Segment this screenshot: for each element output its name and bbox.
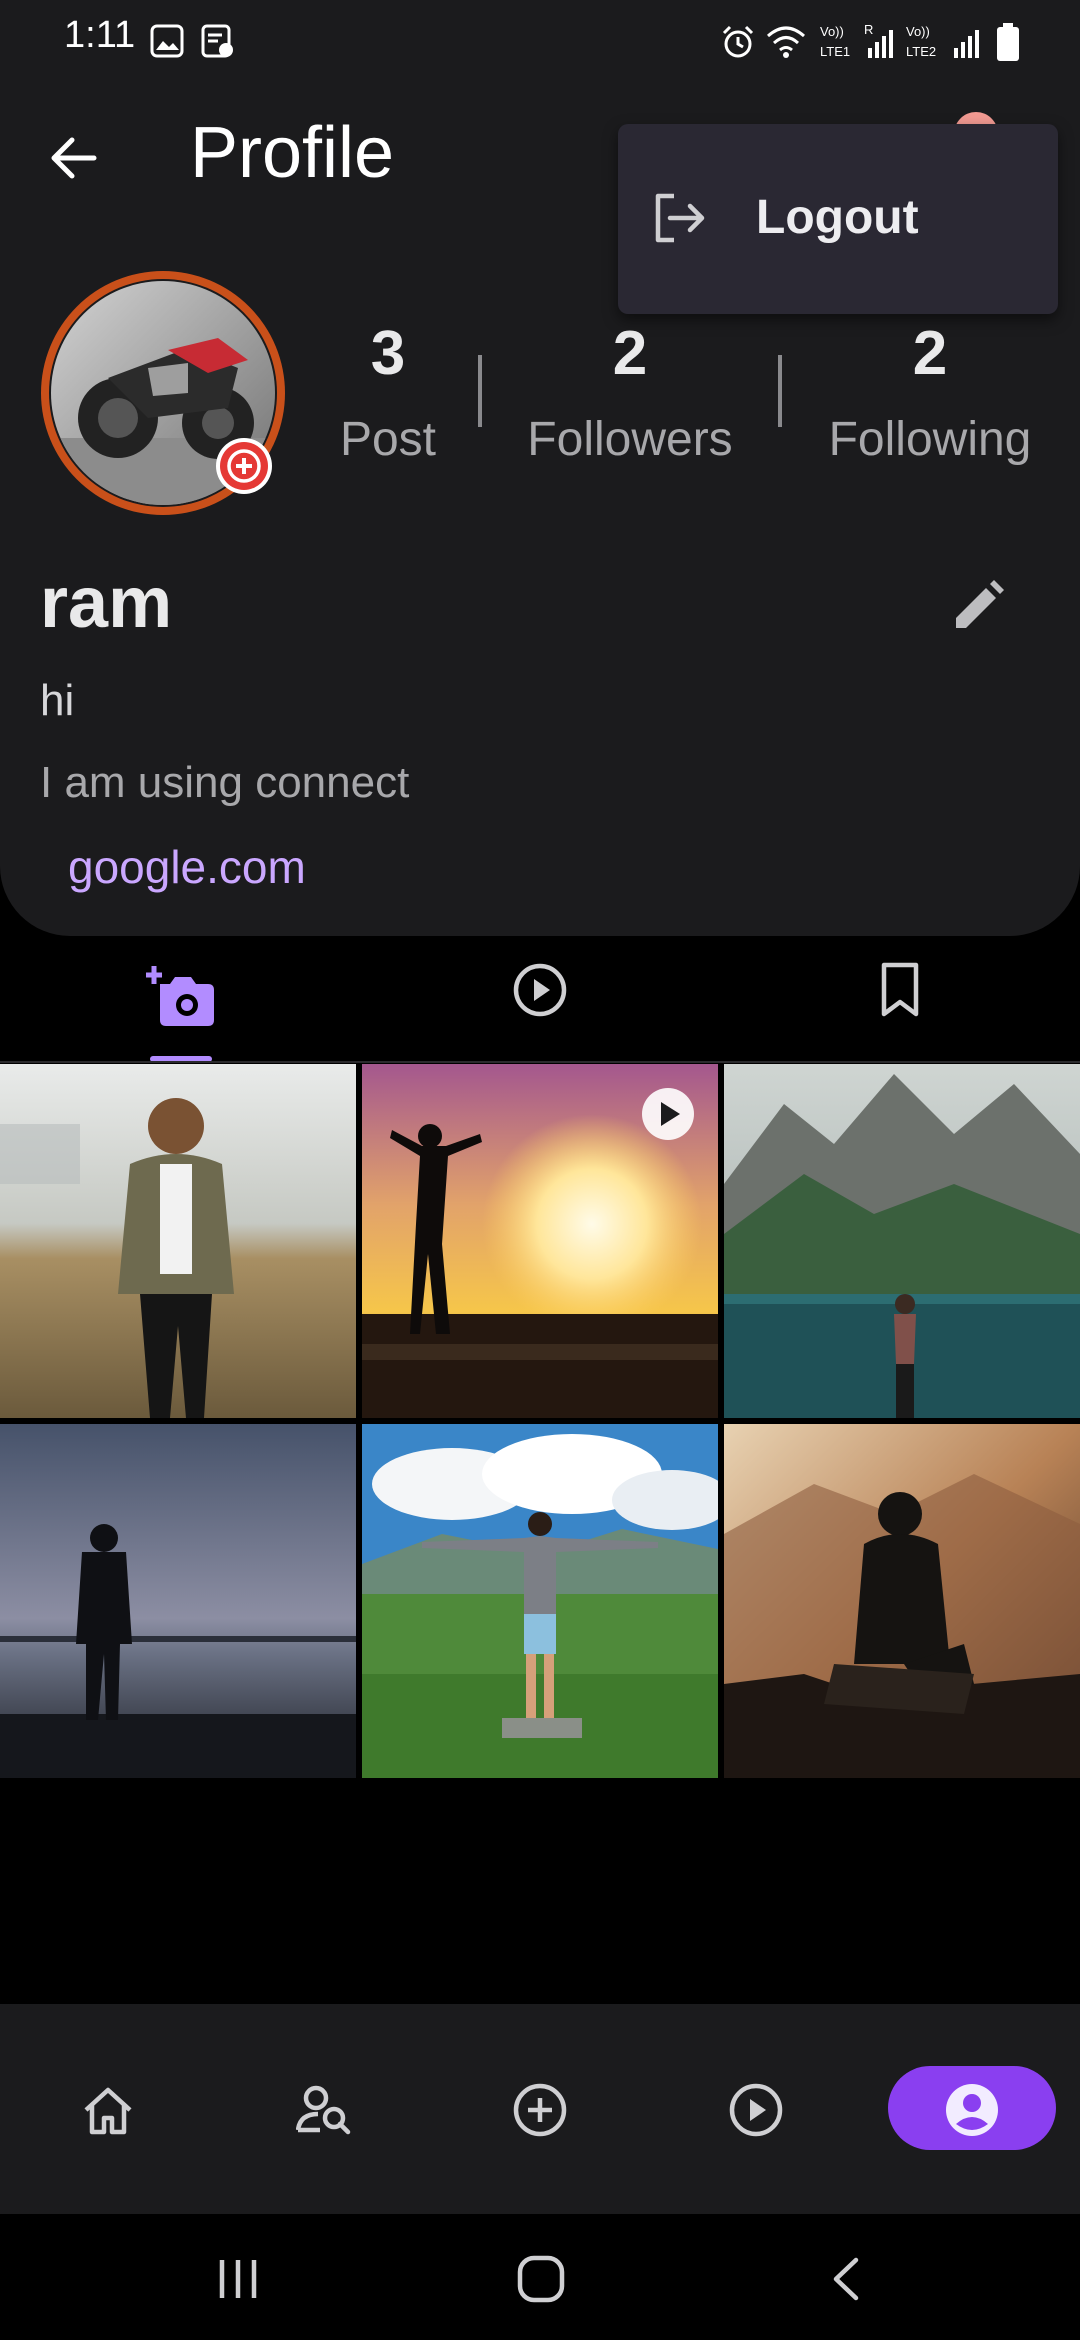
recent-apps-icon[interactable]: [216, 2256, 262, 2302]
back-button-icon[interactable]: [826, 2256, 866, 2302]
status-bar: 1:11 Vo)) LTE1 R Vo)) LTE2: [0, 0, 1080, 80]
reels-play-icon[interactable]: [728, 2082, 784, 2138]
edit-pencil-icon[interactable]: [950, 578, 1006, 634]
svg-text:Vo)): Vo)): [820, 24, 844, 39]
add-photo-icon[interactable]: [146, 962, 216, 1028]
post-label: Post: [339, 413, 437, 466]
bio-line: hi: [40, 676, 75, 725]
search-user-icon[interactable]: [296, 2084, 352, 2136]
post-thumbnail[interactable]: [0, 1424, 356, 1778]
battery-icon: [997, 23, 1019, 61]
post-thumbnail[interactable]: [362, 1064, 718, 1418]
home-button-icon[interactable]: [516, 2254, 566, 2304]
following-label[interactable]: Following: [790, 412, 1070, 467]
svg-text:LTE1: LTE1: [820, 44, 850, 59]
website-link[interactable]: google.com: [68, 840, 306, 894]
wifi-icon: [767, 26, 805, 58]
svg-text:R: R: [864, 22, 873, 37]
followers-label[interactable]: Followers: [490, 412, 770, 467]
alarm-icon: [722, 25, 754, 58]
following-count[interactable]: 2: [800, 318, 1060, 389]
logout-icon: [655, 193, 705, 243]
tab-divider: [0, 1061, 1080, 1063]
logout-menu-item[interactable]: Logout: [756, 190, 919, 245]
signal-sim2-icon: Vo)) LTE2: [906, 24, 979, 59]
post-thumbnail[interactable]: [362, 1424, 718, 1778]
gallery-notification-icon: [150, 24, 184, 58]
task-notification-icon: [201, 24, 233, 58]
bookmark-icon[interactable]: [880, 962, 920, 1018]
svg-text:Vo)): Vo)): [906, 24, 930, 39]
profile-name: ram: [40, 563, 173, 643]
profile-icon[interactable]: [944, 2082, 1000, 2138]
post-thumbnail[interactable]: [724, 1424, 1080, 1778]
stat-divider: [778, 355, 782, 427]
bio-line: I am using connect: [40, 758, 410, 807]
followers-count[interactable]: 2: [500, 318, 760, 389]
home-icon[interactable]: [82, 2084, 134, 2136]
add-circle-icon[interactable]: [512, 2082, 568, 2138]
svg-text:LTE2: LTE2: [906, 44, 936, 59]
signal-sim1-icon: Vo)) LTE1 R: [820, 22, 893, 59]
play-circle-icon[interactable]: [512, 962, 568, 1018]
status-time: 1:11: [64, 14, 136, 56]
page-title: Profile: [190, 113, 395, 193]
back-arrow-icon[interactable]: [46, 130, 102, 186]
post-thumbnail[interactable]: [724, 1064, 1080, 1418]
stat-divider: [478, 355, 482, 427]
post-thumbnail[interactable]: [0, 1064, 356, 1418]
